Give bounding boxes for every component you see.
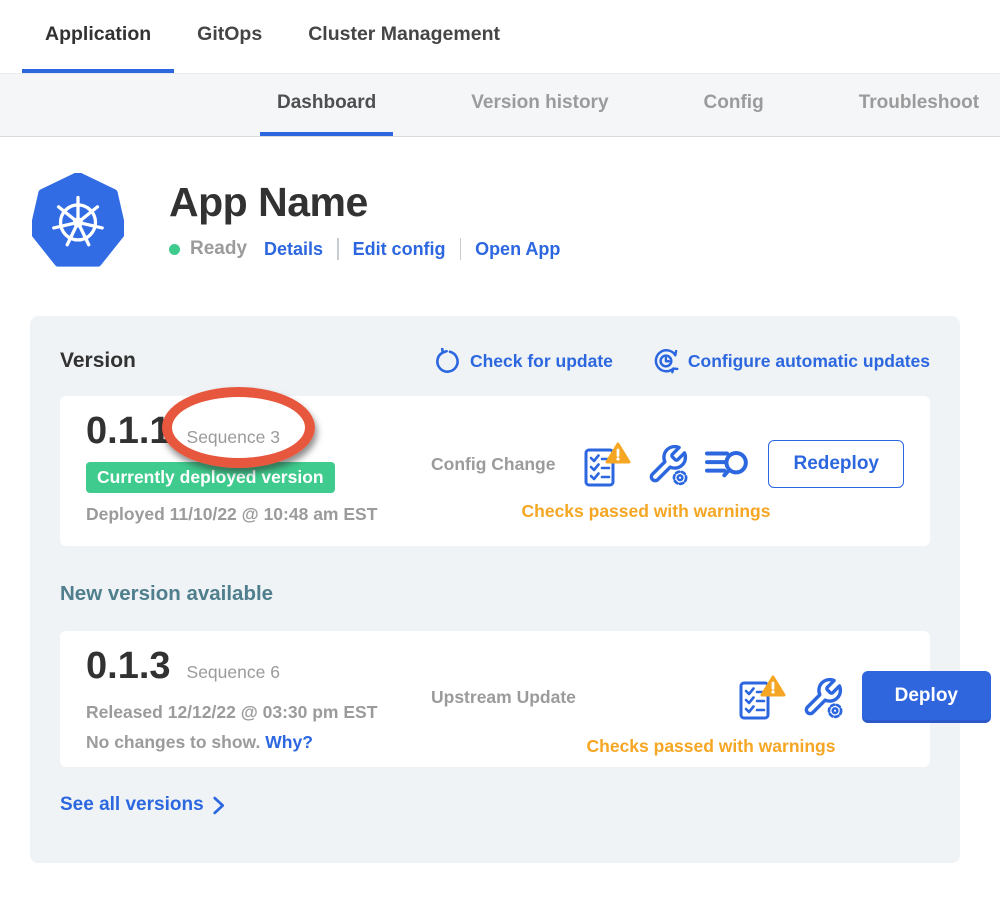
app-header: App Name Ready Details Edit config Open … <box>32 173 1000 270</box>
configure-automatic-updates-action[interactable]: Configure automatic updates <box>651 347 930 375</box>
why-link[interactable]: Why? <box>265 732 313 752</box>
check-for-update-action[interactable]: Check for update <box>434 347 613 375</box>
current-version-card: 0.1.1 Sequence 3 Currently deployed vers… <box>60 396 930 546</box>
view-files-icon[interactable] <box>704 444 750 484</box>
version-panel: Version Check for update Configure autom… <box>30 316 960 863</box>
currently-deployed-badge: Currently deployed version <box>86 462 335 493</box>
current-version-number: 0.1.1 <box>86 410 171 453</box>
released-date: Released 12/12/22 @ 03:30 pm EST <box>86 702 431 723</box>
preflight-checks-warning-icon[interactable] <box>582 441 631 488</box>
current-sequence-label: Sequence 3 <box>187 427 280 448</box>
divider <box>337 238 339 260</box>
kubernetes-logo <box>32 173 124 270</box>
tab-version-history[interactable]: Version history <box>454 74 625 136</box>
divider <box>460 238 462 260</box>
checks-warning-text: Checks passed with warnings <box>431 736 991 757</box>
no-changes-text: No changes to show. <box>86 732 260 752</box>
ready-status-dot-icon <box>169 244 180 255</box>
available-sequence-label: Sequence 6 <box>187 662 280 683</box>
tab-dashboard[interactable]: Dashboard <box>260 74 393 136</box>
redeploy-button[interactable]: Redeploy <box>768 440 904 488</box>
config-wrench-icon[interactable] <box>801 676 844 719</box>
open-app-link[interactable]: Open App <box>475 239 560 260</box>
see-all-versions-label: See all versions <box>60 794 204 816</box>
change-type-label: Upstream Update <box>431 687 576 708</box>
new-version-heading: New version available <box>60 582 930 606</box>
check-for-update-label: Check for update <box>470 351 613 372</box>
tab-config[interactable]: Config <box>687 74 781 136</box>
checks-warning-text: Checks passed with warnings <box>431 501 861 522</box>
tab-gitops[interactable]: GitOps <box>174 0 285 73</box>
primary-nav: Application GitOps Cluster Management <box>0 0 1000 73</box>
ready-status-label: Ready <box>190 238 247 260</box>
tab-application[interactable]: Application <box>22 0 174 73</box>
tab-cluster-management[interactable]: Cluster Management <box>285 0 523 73</box>
tab-troubleshoot[interactable]: Troubleshoot <box>842 74 996 136</box>
available-version-card: 0.1.3 Sequence 6 Released 12/12/22 @ 03:… <box>60 631 930 767</box>
change-type-label: Config Change <box>431 454 555 475</box>
config-wrench-icon[interactable] <box>646 443 689 486</box>
details-link[interactable]: Details <box>264 239 323 260</box>
page-title: App Name <box>169 179 560 226</box>
deploy-button[interactable]: Deploy <box>862 671 991 723</box>
deployed-date: Deployed 11/10/22 @ 10:48 am EST <box>86 504 431 525</box>
clock-refresh-icon <box>651 347 679 375</box>
available-version-number: 0.1.3 <box>86 645 171 688</box>
secondary-nav: Dashboard Version history Config Trouble… <box>0 73 1000 137</box>
preflight-checks-warning-icon[interactable] <box>737 674 786 721</box>
version-panel-title: Version <box>60 349 136 373</box>
see-all-versions-link[interactable]: See all versions <box>60 794 226 816</box>
edit-config-link[interactable]: Edit config <box>353 239 446 260</box>
configure-automatic-updates-label: Configure automatic updates <box>688 351 930 372</box>
chevron-right-icon <box>212 796 226 815</box>
refresh-icon <box>434 348 461 375</box>
